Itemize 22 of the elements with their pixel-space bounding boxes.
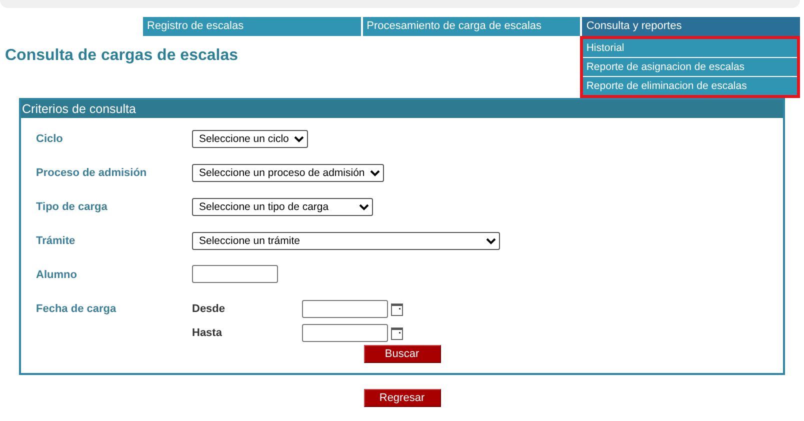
field-label: Trámite bbox=[36, 234, 76, 247]
panel-title: Criterios de consulta bbox=[21, 100, 783, 118]
field-label: Proceso de admisión bbox=[36, 166, 148, 179]
dropdown-field[interactable]: Seleccione un proceso de admisión bbox=[192, 164, 384, 182]
field-label: Hasta bbox=[192, 327, 223, 339]
date-field[interactable] bbox=[302, 324, 388, 342]
field-label: Alumno bbox=[36, 268, 78, 281]
search-button[interactable]: Buscar bbox=[364, 345, 440, 363]
dropdown-field[interactable]: Seleccione un tipo de carga bbox=[192, 198, 373, 216]
back-button[interactable]: Regresar bbox=[364, 389, 440, 407]
field-label: Tipo de carga bbox=[36, 200, 108, 213]
field-label: Fecha de carga bbox=[36, 302, 118, 315]
field-label: Desde bbox=[192, 303, 226, 315]
input-field[interactable] bbox=[192, 265, 278, 283]
page-title: Consulta de cargas de escalas bbox=[5, 47, 238, 65]
date-field[interactable] bbox=[302, 300, 388, 318]
calendar-icon[interactable] bbox=[391, 326, 403, 340]
dropdown-field[interactable]: Seleccione un trámite bbox=[192, 232, 500, 250]
calendar-icon[interactable] bbox=[391, 302, 403, 316]
dropdown-field[interactable]: Seleccione un ciclo bbox=[192, 130, 308, 148]
nav-tab[interactable]: Consulta y reportes bbox=[582, 17, 800, 36]
field-label: Ciclo bbox=[36, 132, 64, 145]
